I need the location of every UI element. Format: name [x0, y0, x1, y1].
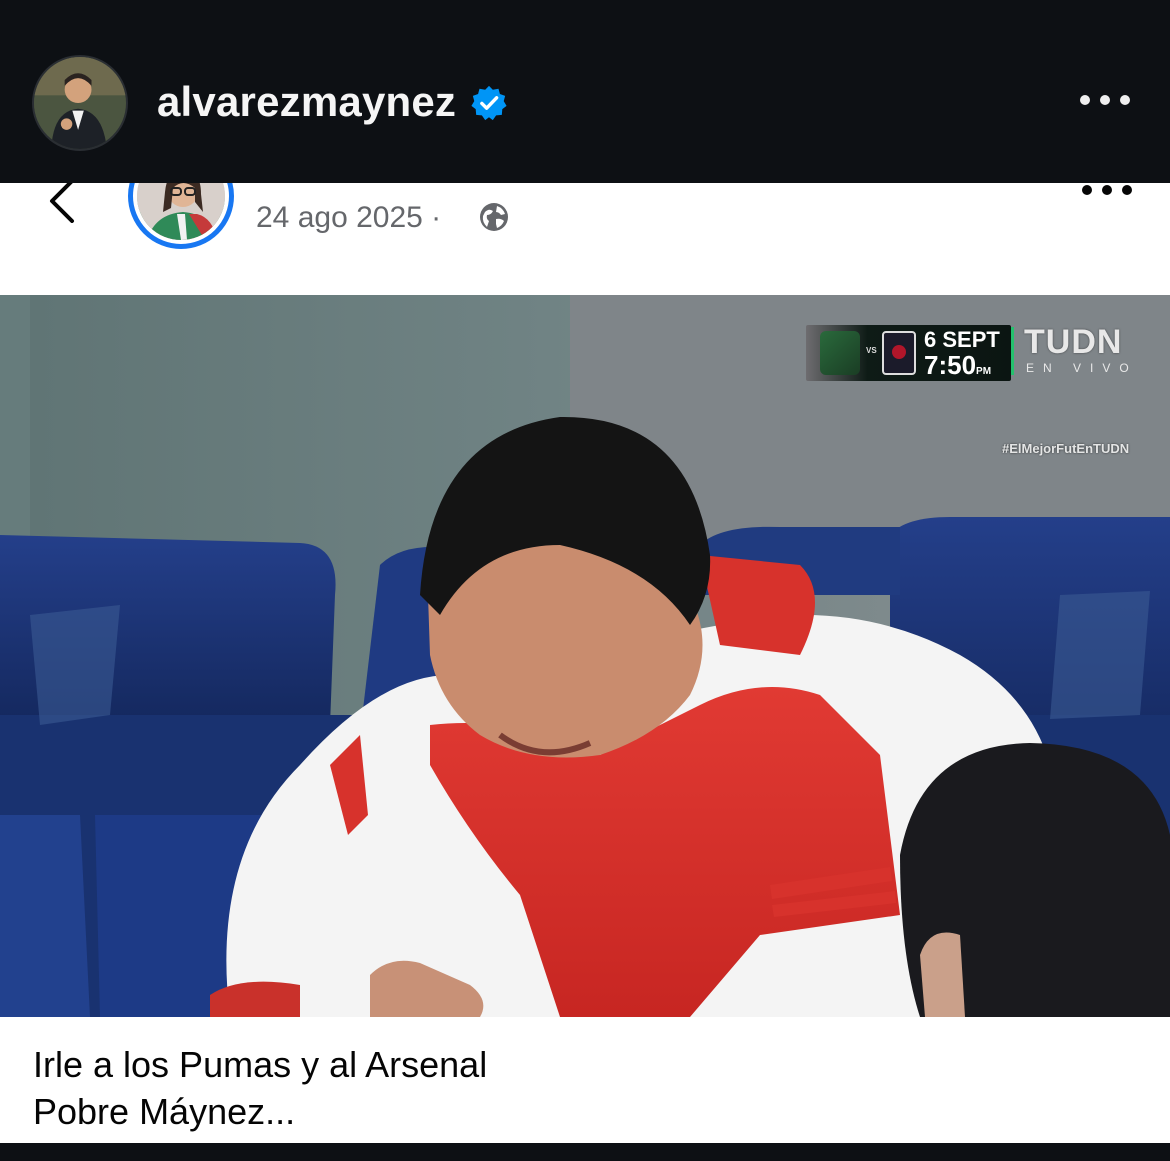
- more-options-icon[interactable]: [1080, 95, 1130, 109]
- post-caption: Irle a los Pumas y al Arsenal Pobre Máyn…: [33, 1041, 487, 1135]
- caption-line-2: Pobre Máynez...: [33, 1091, 296, 1132]
- mexico-crest-icon: [820, 331, 860, 375]
- japan-crest-icon: [882, 331, 916, 375]
- video-still[interactable]: VS 6 SEPT 7:50PM TUDN EN VIVO #ElMejorFu…: [0, 295, 1170, 1017]
- page-avatar-photo: [137, 183, 225, 240]
- stadium-scene-image: [0, 295, 1170, 1017]
- username[interactable]: alvarezmaynez: [157, 78, 456, 126]
- facebook-post-screenshot: 24 ago 2025 · VS 6 SEPT 7:50PM TUDN EN V…: [0, 183, 1170, 1143]
- broadcast-hashtag: #ElMejorFutEnTUDN: [1002, 441, 1130, 456]
- broadcast-time-suffix: PM: [976, 366, 992, 377]
- live-label: EN VIVO: [1026, 361, 1138, 375]
- page-avatar[interactable]: [128, 183, 234, 249]
- broadcast-time-value: 7:50: [924, 350, 977, 380]
- tudn-logo: TUDN: [1024, 323, 1123, 361]
- post-date: 24 ago 2025 ·: [256, 201, 442, 234]
- profile-avatar[interactable]: [32, 55, 128, 151]
- vs-label: VS: [866, 346, 877, 355]
- avatar-photo: [34, 57, 126, 149]
- globe-icon: [480, 203, 508, 231]
- verified-badge-icon: [471, 85, 507, 121]
- match-promo-badge: VS 6 SEPT 7:50PM: [806, 325, 1011, 381]
- broadcast-time: 7:50PM: [924, 352, 991, 385]
- broadcast-date: 6 SEPT: [924, 327, 1000, 352]
- chevron-left-icon[interactable]: [40, 183, 80, 223]
- instagram-post-header: alvarezmaynez: [0, 0, 1170, 183]
- broadcast-separator: [1011, 327, 1014, 375]
- post-options-icon[interactable]: [1082, 185, 1132, 199]
- caption-line-1: Irle a los Pumas y al Arsenal: [33, 1044, 488, 1085]
- bottom-bar: [0, 1143, 1170, 1161]
- page-name-cropped: [256, 183, 486, 187]
